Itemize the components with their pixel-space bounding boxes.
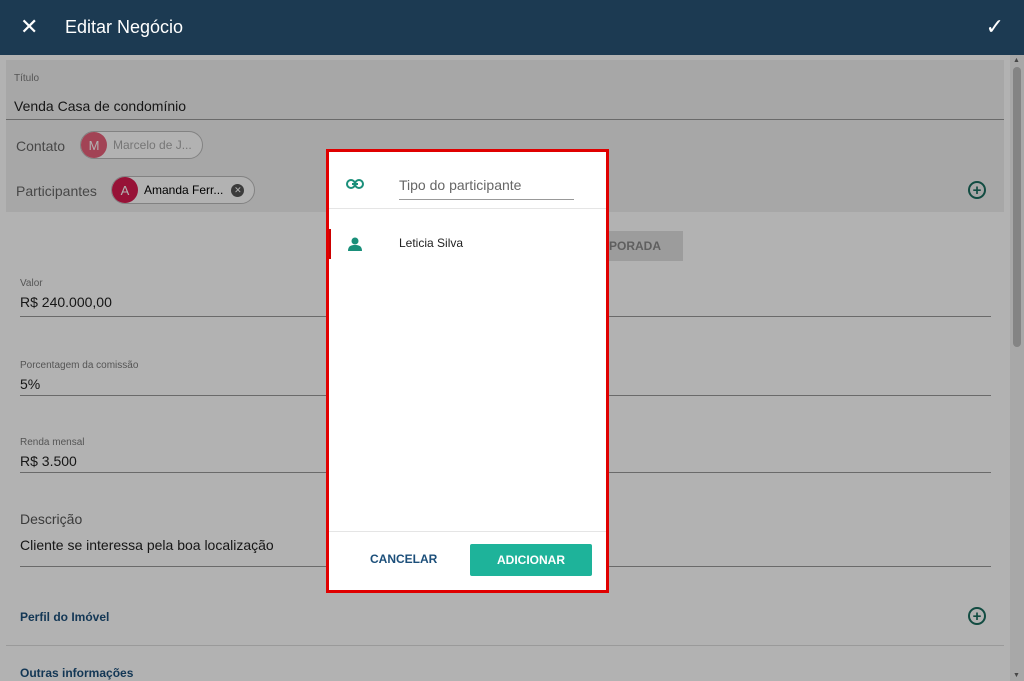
add-participant-dialog: Leticia Silva CANCELAR ADICIONAR <box>326 149 609 593</box>
cancel-button[interactable]: CANCELAR <box>364 548 443 570</box>
participant-name: Leticia Silva <box>399 236 464 250</box>
check-icon[interactable]: ✓ <box>986 14 1004 40</box>
page-title: Editar Negócio <box>65 17 184 37</box>
dialog-footer: CANCELAR ADICIONAR <box>329 531 606 590</box>
app-header: ✕ Editar Negócio ✓ <box>0 0 1024 55</box>
add-button[interactable]: ADICIONAR <box>470 544 592 576</box>
close-icon[interactable]: ✕ <box>20 14 38 40</box>
participant-type-row <box>329 152 606 209</box>
participant-type-input[interactable] <box>399 174 574 200</box>
selection-accent <box>329 229 331 259</box>
link-icon <box>346 176 364 194</box>
person-icon <box>348 237 362 256</box>
list-item[interactable]: Leticia Silva <box>329 229 606 259</box>
